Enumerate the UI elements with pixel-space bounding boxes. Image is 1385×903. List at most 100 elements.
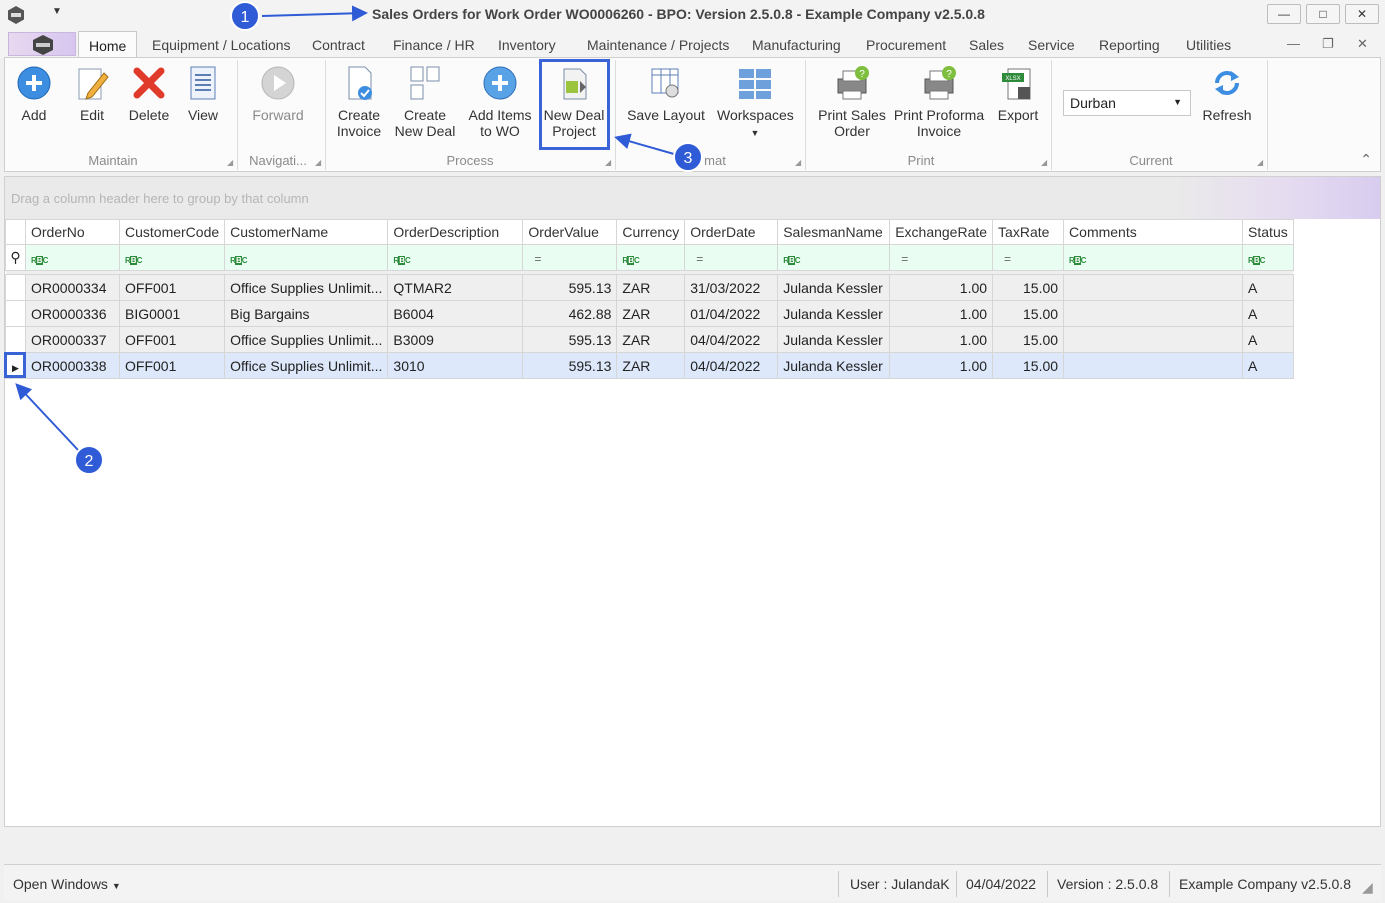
cell-customer-name[interactable]: Office Supplies Unlimit... [224,352,389,379]
table-row-selected[interactable]: ▶ OR0000338 OFF001 Office Supplies Unlim… [5,352,1294,379]
quick-access-dropdown-icon[interactable]: ▼ [52,6,62,17]
column-header[interactable]: Comments [1063,219,1244,245]
filter-cell[interactable]: RBC [118,244,226,271]
cell-customer-code[interactable]: BIG0001 [118,300,226,327]
cell-customer-name[interactable]: Office Supplies Unlimit... [224,326,389,353]
cell-tax-rate[interactable]: 15.00 [992,352,1065,379]
mdi-minimize-icon[interactable]: — [1287,36,1300,51]
cell-exchange-rate[interactable]: 1.00 [889,326,994,353]
cell-tax-rate[interactable]: 15.00 [992,274,1065,301]
print-proforma-invoice-button[interactable]: ? Print Proforma Invoice [893,63,985,139]
tab-sales[interactable]: Sales [969,37,1004,53]
cell-order-no[interactable]: OR0000336 [25,300,120,327]
column-header[interactable]: OrderValue [522,219,618,245]
column-header[interactable]: OrderDate [684,219,779,245]
cell-currency[interactable]: ZAR [616,326,686,353]
cell-order-description[interactable]: 3010 [387,352,524,379]
cell-status[interactable]: A [1242,352,1294,379]
cell-order-date[interactable]: 04/04/2022 [684,352,779,379]
filter-cell[interactable]: RBC [616,244,686,271]
format-launcher-icon[interactable]: ◢ [795,158,801,167]
minimize-button[interactable]: — [1267,4,1301,24]
cell-salesman-name[interactable]: Julanda Kessler [777,274,891,301]
resize-grip-icon[interactable]: ◢ [1362,879,1373,896]
collapse-ribbon-icon[interactable]: ⌃ [1360,151,1372,168]
row-indicator[interactable] [5,326,26,353]
column-header[interactable]: SalesmanName [777,219,891,245]
navigation-launcher-icon[interactable]: ◢ [315,158,321,167]
tab-equipment-locations[interactable]: Equipment / Locations [152,37,291,53]
filter-cell[interactable]: RBC [1063,244,1244,271]
cell-exchange-rate[interactable]: 1.00 [889,274,994,301]
cell-status[interactable]: A [1242,300,1294,327]
cell-comments[interactable] [1063,326,1244,353]
cell-order-description[interactable]: B3009 [387,326,524,353]
maximize-button[interactable]: □ [1306,4,1340,24]
cell-order-value[interactable]: 595.13 [522,352,618,379]
filter-cell[interactable]: RBC [777,244,891,271]
cell-customer-code[interactable]: OFF001 [118,352,226,379]
column-header[interactable]: CustomerCode [118,219,226,245]
column-header[interactable]: ExchangeRate [889,219,994,245]
cell-exchange-rate[interactable]: 1.00 [889,300,994,327]
table-row[interactable]: OR0000334 OFF001 Office Supplies Unlimit… [5,274,1294,301]
column-header[interactable]: Currency [616,219,686,245]
tab-maintenance-projects[interactable]: Maintenance / Projects [587,37,729,53]
cell-comments[interactable] [1063,274,1244,301]
forward-button[interactable]: Forward [249,63,307,123]
group-by-panel[interactable]: Drag a column header here to group by th… [5,177,1380,219]
tab-home[interactable]: Home [78,31,138,59]
column-header[interactable]: OrderDescription [387,219,524,245]
cell-comments[interactable] [1063,300,1244,327]
cell-currency[interactable]: ZAR [616,300,686,327]
row-indicator[interactable] [5,274,26,301]
cell-tax-rate[interactable]: 15.00 [992,326,1065,353]
cell-order-description[interactable]: QTMAR2 [387,274,524,301]
mdi-restore-icon[interactable]: ❐ [1322,36,1334,52]
cell-order-description[interactable]: B6004 [387,300,524,327]
cell-exchange-rate[interactable]: 1.00 [889,352,994,379]
tab-procurement[interactable]: Procurement [866,37,946,53]
filter-cell[interactable]: RBC [387,244,524,271]
cell-status[interactable]: A [1242,326,1294,353]
cell-comments[interactable] [1063,352,1244,379]
column-header[interactable]: CustomerName [224,219,389,245]
cell-order-date[interactable]: 01/04/2022 [684,300,779,327]
cell-salesman-name[interactable]: Julanda Kessler [777,352,891,379]
row-indicator[interactable] [5,300,26,327]
column-header[interactable]: OrderNo [25,219,120,245]
cell-currency[interactable]: ZAR [616,352,686,379]
cell-customer-name[interactable]: Office Supplies Unlimit... [224,274,389,301]
cell-currency[interactable]: ZAR [616,274,686,301]
cell-customer-name[interactable]: Big Bargains [224,300,389,327]
create-invoice-button[interactable]: Create Invoice [331,63,387,139]
cell-order-date[interactable]: 04/04/2022 [684,326,779,353]
column-header[interactable]: Status [1242,219,1294,245]
create-new-deal-button[interactable]: Create New Deal [394,63,456,139]
add-button[interactable]: Add [13,63,55,123]
cell-order-value[interactable]: 462.88 [522,300,618,327]
filter-pin-icon[interactable]: ⚲ [5,244,26,271]
add-items-to-wo-button[interactable]: Add Items to WO [465,63,535,139]
cell-order-value[interactable]: 595.13 [522,326,618,353]
current-launcher-icon[interactable]: ◢ [1257,158,1263,167]
close-button[interactable]: ✕ [1345,4,1379,24]
filter-cell[interactable]: = [992,244,1065,271]
filter-cell[interactable]: RBC [1242,244,1294,271]
process-launcher-icon[interactable]: ◢ [605,158,611,167]
cell-tax-rate[interactable]: 15.00 [992,300,1065,327]
cell-order-no[interactable]: OR0000334 [25,274,120,301]
tab-contract[interactable]: Contract [312,37,365,53]
filter-cell[interactable]: = [522,244,618,271]
table-row[interactable]: OR0000337 OFF001 Office Supplies Unlimit… [5,326,1294,353]
tab-service[interactable]: Service [1028,37,1075,53]
tab-reporting[interactable]: Reporting [1099,37,1160,53]
filter-cell[interactable]: = [889,244,994,271]
filter-cell[interactable]: RBC [25,244,120,271]
view-button[interactable]: View [183,63,223,123]
cell-order-no[interactable]: OR0000337 [25,326,120,353]
cell-order-no[interactable]: OR0000338 [25,352,120,379]
cell-salesman-name[interactable]: Julanda Kessler [777,326,891,353]
edit-button[interactable]: Edit [71,63,113,123]
chevron-down-icon[interactable]: ▼ [1173,97,1182,107]
